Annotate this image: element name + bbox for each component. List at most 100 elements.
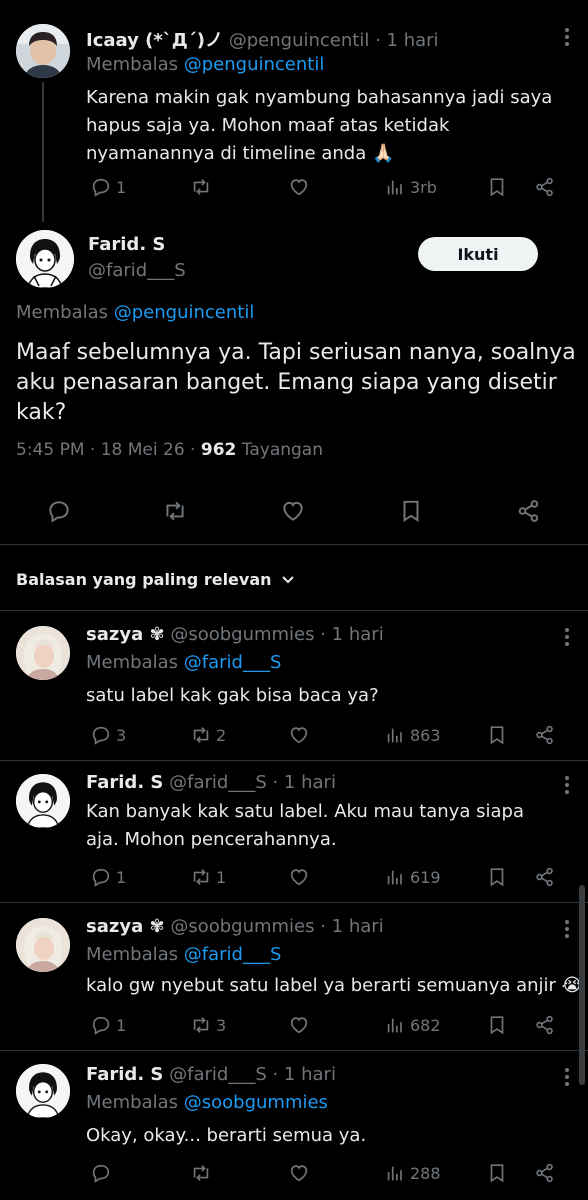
display-name[interactable]: Farid. S <box>86 1064 163 1085</box>
like-button[interactable] <box>288 1158 310 1188</box>
like-icon <box>280 498 306 524</box>
like-button[interactable] <box>288 172 310 202</box>
reply-tweet[interactable]: sazya ✾ @soobgummies · 1 hari Membalas @… <box>0 904 588 1054</box>
repost-icon <box>190 1014 212 1036</box>
avatar[interactable] <box>16 774 70 828</box>
tweet-header: sazya ✾ @soobgummies · 1 hari <box>86 624 384 645</box>
repost-button[interactable] <box>190 172 216 202</box>
reply-icon <box>90 866 112 888</box>
like-icon <box>288 724 310 746</box>
reply-tweet[interactable]: sazya ✾ @soobgummies · 1 hari Membalas @… <box>0 612 588 762</box>
parent-tweet[interactable]: Icaay (*`Д´)ノ @penguincentil · 1 hari Me… <box>0 0 588 222</box>
repost-button[interactable] <box>162 496 188 526</box>
timestamp[interactable]: · 1 hari <box>272 772 335 793</box>
action-bar: 1 1 619 <box>86 862 566 892</box>
share-button[interactable] <box>516 496 542 526</box>
like-button[interactable] <box>288 1010 310 1040</box>
avatar[interactable] <box>16 24 70 78</box>
scrollbar[interactable] <box>579 885 585 1085</box>
action-bar: 3 2 863 <box>86 720 566 750</box>
sort-replies-dropdown[interactable]: Balasan yang paling relevan <box>16 566 296 592</box>
more-options-icon[interactable] <box>564 920 570 941</box>
share-button[interactable] <box>534 1158 556 1188</box>
views-button[interactable]: 682 <box>384 1010 441 1040</box>
views-button[interactable]: 619 <box>384 862 441 892</box>
reply-button[interactable]: 1 <box>90 862 126 892</box>
divider <box>0 610 588 611</box>
repost-button[interactable]: 2 <box>190 720 226 750</box>
repost-button[interactable]: 1 <box>190 862 226 892</box>
avatar-image <box>16 24 70 78</box>
share-icon <box>534 176 556 198</box>
bookmark-button[interactable] <box>486 1010 508 1040</box>
replying-label: Membalas <box>86 54 179 75</box>
timestamp[interactable]: · 1 hari <box>272 1064 335 1085</box>
share-button[interactable] <box>534 862 556 892</box>
view-count: 962 <box>200 440 237 460</box>
replying-to-link[interactable]: @farid___S <box>184 944 282 965</box>
repost-button[interactable]: 3 <box>190 1010 226 1040</box>
bookmark-button[interactable] <box>486 1158 508 1188</box>
replying-to-link[interactable]: @farid___S <box>184 652 282 673</box>
share-button[interactable] <box>534 720 556 750</box>
avatar[interactable] <box>16 1064 70 1118</box>
reply-button[interactable] <box>90 1158 116 1188</box>
replying-to-link[interactable]: @penguincentil <box>114 302 255 323</box>
handle[interactable]: @farid___S <box>88 260 186 281</box>
replying-label: Membalas <box>16 302 109 323</box>
avatar-image <box>16 626 70 680</box>
handle[interactable]: @farid___S <box>169 772 267 793</box>
views-button[interactable]: 288 <box>384 1158 441 1188</box>
timestamp[interactable]: · 1 hari <box>320 916 383 937</box>
follow-button[interactable]: Ikuti <box>418 237 538 271</box>
handle[interactable]: @farid___S <box>169 1064 267 1085</box>
avatar[interactable] <box>16 918 70 972</box>
timestamp[interactable]: · 1 hari <box>320 624 383 645</box>
tweet-header: Farid. S @farid___S · 1 hari <box>86 772 336 793</box>
bookmark-button[interactable] <box>486 172 508 202</box>
repost-button[interactable] <box>190 1158 216 1188</box>
display-name[interactable]: sazya ✾ <box>86 916 165 937</box>
thread-line <box>42 82 44 222</box>
display-name[interactable]: Farid. S <box>86 772 163 793</box>
reply-button[interactable]: 1 <box>90 1010 126 1040</box>
share-button[interactable] <box>534 172 556 202</box>
reply-button[interactable]: 1 <box>90 172 126 202</box>
share-button[interactable] <box>534 1010 556 1040</box>
more-options-icon[interactable] <box>564 628 570 649</box>
replying-to-link[interactable]: @soobgummies <box>184 1092 328 1113</box>
action-bar: 1 3rb <box>86 172 566 202</box>
tweet-text: Maaf sebelumnya ya. Tapi seriusan nanya,… <box>16 340 576 425</box>
handle[interactable]: @penguincentil <box>229 30 370 51</box>
reply-button[interactable] <box>46 496 72 526</box>
display-name[interactable]: Icaay (*`Д´)ノ <box>86 30 223 51</box>
views-button[interactable]: 863 <box>384 720 441 750</box>
bookmark-button[interactable] <box>486 862 508 892</box>
replying-to-link[interactable]: @penguincentil <box>184 54 325 75</box>
reply-tweet[interactable]: Farid. S @farid___S · 1 hari Kan banyak … <box>0 762 588 904</box>
display-name[interactable]: Farid. S <box>88 234 165 255</box>
timestamp[interactable]: · 1 hari <box>375 30 438 51</box>
avatar[interactable] <box>16 626 70 680</box>
more-options-icon[interactable] <box>564 776 570 797</box>
bookmark-icon <box>486 866 508 888</box>
reply-tweet[interactable]: Farid. S @farid___S · 1 hari Membalas @s… <box>0 1052 588 1200</box>
bookmark-button[interactable] <box>486 720 508 750</box>
like-button[interactable] <box>288 862 310 892</box>
tweet-text: Kan banyak kak satu label. Aku mau tanya… <box>86 801 524 850</box>
avatar[interactable] <box>16 230 74 288</box>
display-name[interactable]: sazya ✾ <box>86 624 165 645</box>
like-icon <box>288 1162 310 1184</box>
views-icon <box>384 176 406 198</box>
more-options-icon[interactable] <box>564 28 570 49</box>
handle[interactable]: @soobgummies <box>170 624 314 645</box>
handle[interactable]: @soobgummies <box>170 916 314 937</box>
reply-button[interactable]: 3 <box>90 720 126 750</box>
like-button[interactable] <box>288 720 310 750</box>
timestamp[interactable]: 5:45 PM · 18 Mei 26 · <box>16 440 195 460</box>
like-button[interactable] <box>280 496 306 526</box>
views-button[interactable]: 3rb <box>384 172 437 202</box>
main-tweet: Farid. S @farid___S Membalas @penguincen… <box>0 222 588 552</box>
more-options-icon[interactable] <box>564 1068 570 1089</box>
bookmark-button[interactable] <box>398 496 424 526</box>
